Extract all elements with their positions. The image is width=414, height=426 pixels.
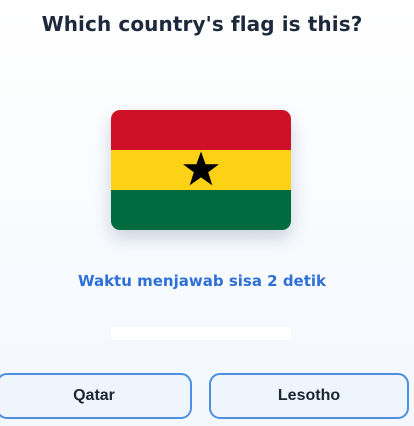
question-title: Which country's flag is this? (41, 12, 363, 36)
timer-progress-bar (111, 327, 291, 340)
timer-text: Waktu menjawab sisa 2 detik (77, 272, 327, 290)
black-star-icon (183, 151, 219, 186)
timer-progress-fill (111, 327, 291, 340)
answer-option-lesotho[interactable]: Lesotho (209, 373, 409, 419)
answer-option-label: Qatar (73, 387, 115, 404)
flag-stripe-red (111, 110, 291, 150)
flag-stripe-green (111, 190, 291, 230)
answer-option-qatar[interactable]: Qatar (0, 373, 192, 419)
flag-image (111, 110, 291, 230)
answer-option-label: Lesotho (277, 387, 341, 404)
